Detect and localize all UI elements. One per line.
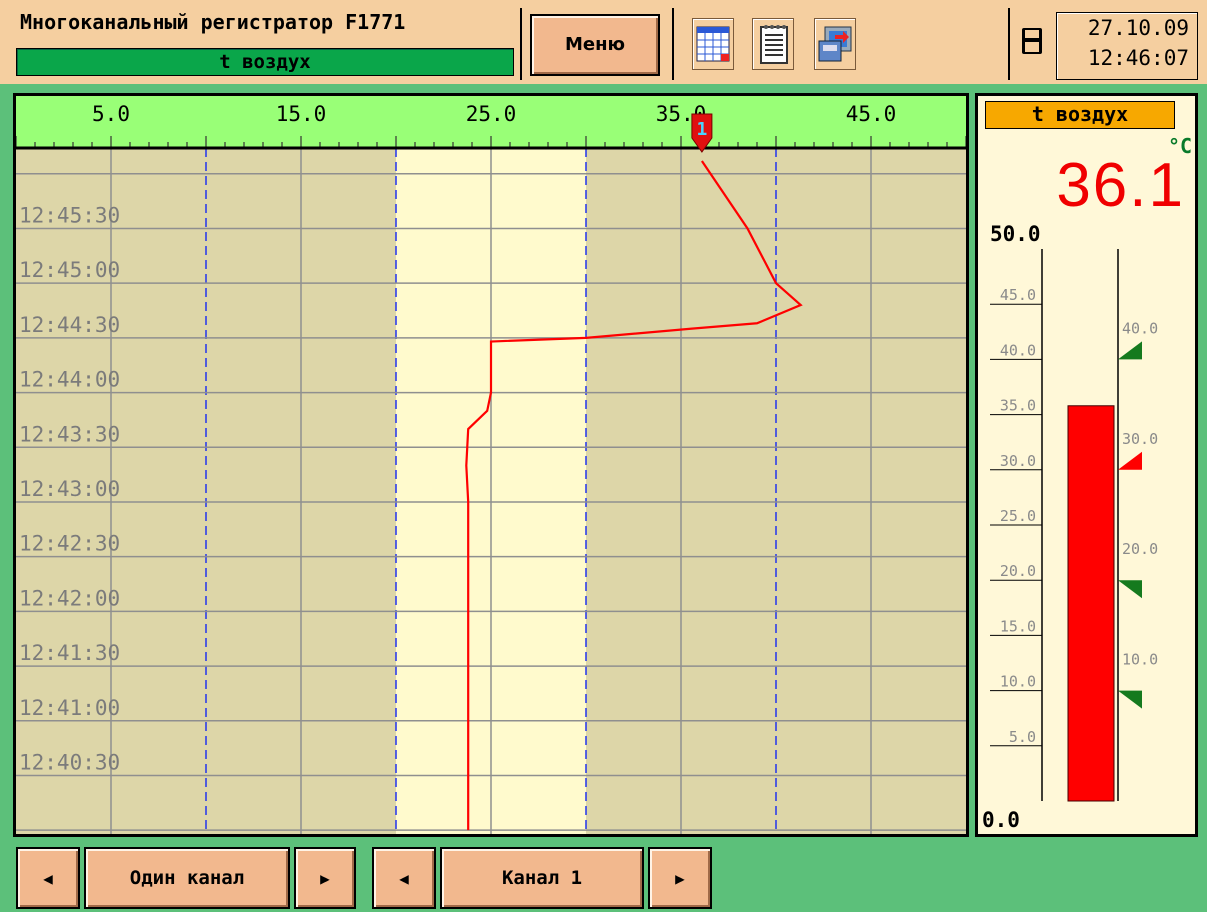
time-label: 12:44:00 [19, 368, 120, 392]
mode-next-button[interactable]: ▶ [294, 847, 356, 909]
scale-tick-label: 45.0 [1000, 286, 1036, 304]
left-arrow-icon: ◀ [399, 869, 409, 888]
setpoint-label: 30.0 [1122, 430, 1158, 448]
scale-tick-label: 10.0 [1000, 673, 1036, 691]
app-title: Многоканальный регистратор F1771 [20, 10, 406, 34]
bar-graph: 45.0 40.0 35.0 30.0 25.0 20.0 15.0 10.0 5.0 40.0 3… [990, 249, 1158, 802]
channel-prev-button[interactable]: ◀ [372, 847, 436, 909]
time-label: 12:45:00 [19, 258, 120, 282]
right-arrow-icon: ▶ [675, 869, 685, 888]
scale-tick-label: 20.0 [1000, 562, 1036, 580]
scale-tick-label: 25.0 [1000, 507, 1036, 525]
time-label: 12:42:00 [19, 586, 120, 610]
scale-tick-label: 40.0 [1000, 341, 1036, 359]
notepad-button[interactable] [752, 18, 794, 70]
value-bar [1067, 405, 1115, 802]
time-label: 12:45:30 [19, 203, 120, 227]
panel-channel-title: t воздух [985, 101, 1175, 129]
trend-chart[interactable]: 12:45:30 12:45:00 12:44:30 12:44:00 12:43:30… [16, 96, 966, 834]
calendar-icon [696, 26, 730, 62]
calendar-button[interactable] [692, 18, 734, 70]
setpoint-label: 20.0 [1122, 540, 1158, 558]
floppy-disk-icon [1020, 26, 1044, 60]
time-label: 12:41:00 [19, 696, 120, 720]
menu-button[interactable]: Меню [530, 14, 660, 76]
channel-name-bar: t воздух [16, 48, 514, 76]
header-divider [1008, 8, 1010, 80]
channel-select-button[interactable]: Канал 1 [440, 847, 644, 909]
archive-icon [818, 26, 852, 62]
setpoint-marker [1118, 690, 1142, 709]
channel-next-button[interactable]: ▶ [648, 847, 712, 909]
marker-label: 1 [696, 119, 707, 140]
mode-prev-button[interactable]: ◀ [16, 847, 80, 909]
right-arrow-icon: ▶ [320, 869, 330, 888]
mode-select-button[interactable]: Один канал [84, 847, 290, 909]
time-label: 12:40:30 [19, 750, 120, 774]
archive-button[interactable] [814, 18, 856, 70]
scale-tick-label: 15.0 [1000, 617, 1036, 635]
scale-tick-label: 5.0 [1009, 728, 1036, 746]
notepad-icon [760, 25, 788, 64]
time-label: 12:42:30 [19, 532, 120, 556]
scale-tick-label: 35.0 [1000, 397, 1036, 415]
time-label: 12:44:30 [19, 313, 120, 337]
header-divider [520, 8, 522, 80]
setpoint-label: 40.0 [1122, 319, 1158, 337]
date-text: 27.10.09 [1087, 16, 1189, 40]
x-tick-label: 25.0 [466, 102, 517, 126]
x-tick-label: 5.0 [92, 102, 130, 126]
setpoint-marker [1118, 580, 1142, 599]
x-tick-label: 15.0 [276, 102, 327, 126]
setpoint-marker [1118, 451, 1142, 470]
date-time-display: 27.10.09 12:46:07 [1056, 12, 1198, 80]
time-label: 12:43:30 [19, 422, 120, 446]
scale-tick-label: 30.0 [1000, 452, 1036, 470]
time-label: 12:41:30 [19, 641, 120, 665]
setpoint-marker [1118, 341, 1142, 360]
current-value: 36.1 [1056, 151, 1185, 220]
time-text: 12:46:07 [1087, 46, 1189, 70]
left-arrow-icon: ◀ [43, 869, 53, 888]
setpoint-label: 10.0 [1122, 651, 1158, 669]
header-divider [672, 8, 674, 80]
x-tick-label: 45.0 [846, 102, 897, 126]
time-label: 12:43:00 [19, 477, 120, 501]
